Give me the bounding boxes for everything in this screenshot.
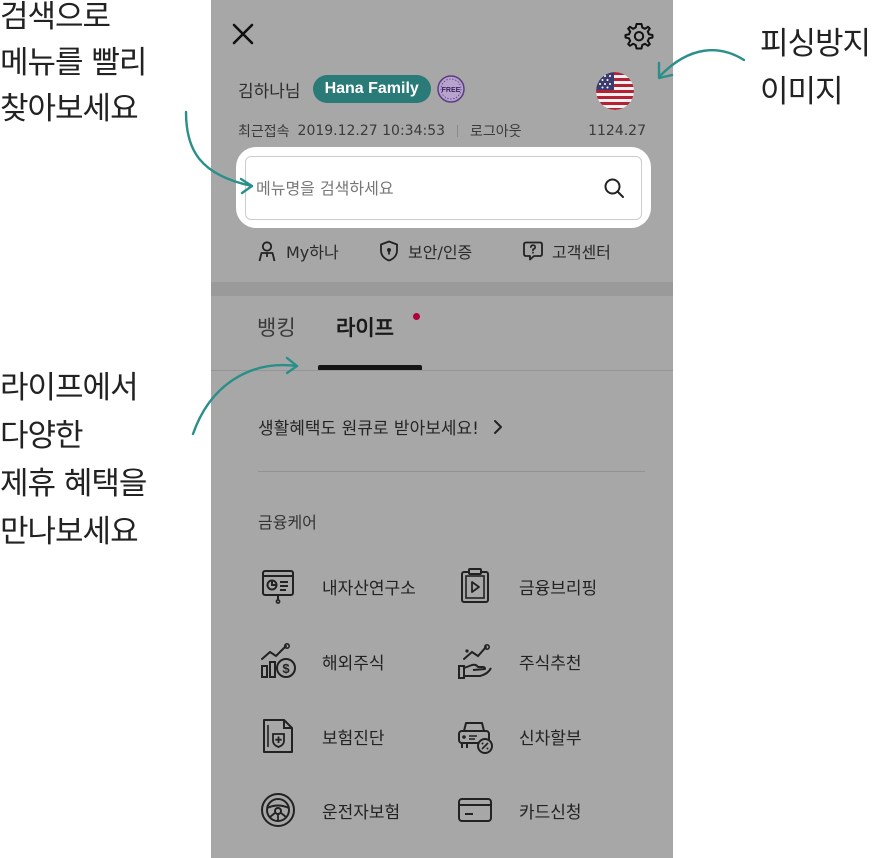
menu-item-car-installment[interactable]: 신차할부	[456, 717, 582, 755]
menu-item-insurance-check[interactable]: 보험진단	[259, 717, 385, 755]
briefing-clipboard-icon	[461, 568, 489, 603]
us-flag-icon	[596, 72, 634, 110]
annotation-line: 검색으로	[0, 0, 111, 35]
quick-link-security[interactable]: 보안/인증	[378, 236, 472, 266]
menu-item-finance-briefing[interactable]: 금융브리핑	[456, 567, 597, 605]
menu-item-driver-insurance[interactable]: 운전자보험	[259, 791, 400, 829]
points-value: 1124.27	[588, 123, 646, 139]
search-icon[interactable]	[603, 177, 625, 199]
search-input[interactable]	[256, 157, 586, 219]
menu-item-label: 해외주식	[322, 653, 385, 674]
help-chat-icon	[523, 241, 543, 261]
menu-item-label: 보험진단	[322, 728, 385, 749]
menu-item-label: 내자산연구소	[322, 578, 416, 599]
annotation-line: 제휴 혜택을	[0, 466, 147, 502]
chevron-right-icon	[493, 419, 502, 434]
annotation-line: 찾아보세요	[0, 91, 139, 127]
menu-item-card-apply[interactable]: 카드신청	[456, 791, 582, 829]
quick-link-label: 보안/인증	[408, 243, 473, 262]
last-login-row: 최근접속 2019.12.27 10:34:53 로그아웃 1124.27	[238, 121, 646, 141]
close-icon[interactable]	[231, 22, 255, 46]
menu-item-label: 주식추천	[519, 653, 582, 674]
user-info: 김하나님 Hana Family FREE	[238, 74, 466, 104]
promo-link[interactable]: 생활혜택도 원큐로 받아보세요!	[258, 414, 507, 439]
annotation-line: 피싱방지	[760, 26, 871, 62]
free-badge-icon: FREE	[437, 75, 465, 103]
car-installment-icon	[458, 722, 493, 754]
credit-card-icon	[458, 798, 492, 822]
section-divider	[211, 282, 673, 296]
tab-banking[interactable]: 뱅킹	[257, 312, 296, 342]
quick-link-label: 고객센터	[552, 243, 611, 262]
stock-recommend-icon	[458, 643, 492, 679]
annotation-line: 이미지	[760, 74, 844, 110]
menu-item-label: 카드신청	[519, 802, 582, 823]
annotation-line: 메뉴를 빨리	[0, 45, 147, 81]
last-login-time: 2019.12.27 10:34:53	[297, 123, 446, 139]
family-badge[interactable]: Hana Family	[312, 75, 431, 103]
annotation-phishing: 피싱방지 이미지	[760, 20, 871, 116]
promo-text: 생활혜택도 원큐로 받아보세요!	[258, 419, 479, 439]
person-icon	[258, 241, 276, 262]
annotation-line: 다양한	[0, 418, 84, 454]
steering-wheel-icon	[261, 793, 295, 827]
logout-link[interactable]: 로그아웃	[470, 121, 522, 141]
separator	[457, 125, 459, 137]
annotation-search: 검색으로 메뉴를 빨리 찾아보세요	[0, 0, 147, 132]
divider	[258, 471, 645, 472]
menu-item-label: 신차할부	[519, 728, 582, 749]
quick-link-my-hana[interactable]: My하나	[256, 236, 339, 266]
menu-item-asset-lab[interactable]: 내자산연구소	[259, 567, 416, 605]
foreign-stock-icon: $	[261, 642, 296, 678]
insurance-doc-icon	[263, 719, 293, 753]
tab-life[interactable]: 라이프	[336, 312, 394, 342]
last-login-label: 최근접속	[238, 124, 290, 140]
section-title: 금융케어	[258, 513, 317, 532]
gear-icon[interactable]	[624, 21, 654, 51]
search-box	[245, 156, 642, 220]
menu-item-stock-recommend[interactable]: 주식추천	[456, 642, 582, 680]
new-indicator-dot	[413, 313, 420, 320]
user-name: 김하나님	[238, 81, 301, 102]
free-badge-text: FREE	[441, 87, 460, 94]
menu-item-foreign-stock[interactable]: $ 해외주식	[259, 642, 385, 680]
annotation-line: 만나보세요	[0, 514, 139, 550]
quick-link-customer-center[interactable]: 고객센터	[522, 236, 611, 266]
menu-screen: 김하나님 Hana Family FREE 최근접속 2019.12.27 10…	[211, 0, 673, 858]
tab-divider	[211, 370, 673, 371]
shield-icon	[380, 240, 398, 262]
quick-link-label: My하나	[286, 243, 339, 262]
asset-report-icon	[262, 570, 294, 604]
svg-text:$: $	[282, 661, 290, 676]
menu-item-label: 운전자보험	[322, 802, 401, 823]
menu-item-label: 금융브리핑	[519, 578, 598, 599]
annotation-life: 라이프에서 다양한 제휴 혜택을 만나보세요	[0, 364, 147, 556]
annotation-line: 라이프에서	[0, 370, 139, 406]
